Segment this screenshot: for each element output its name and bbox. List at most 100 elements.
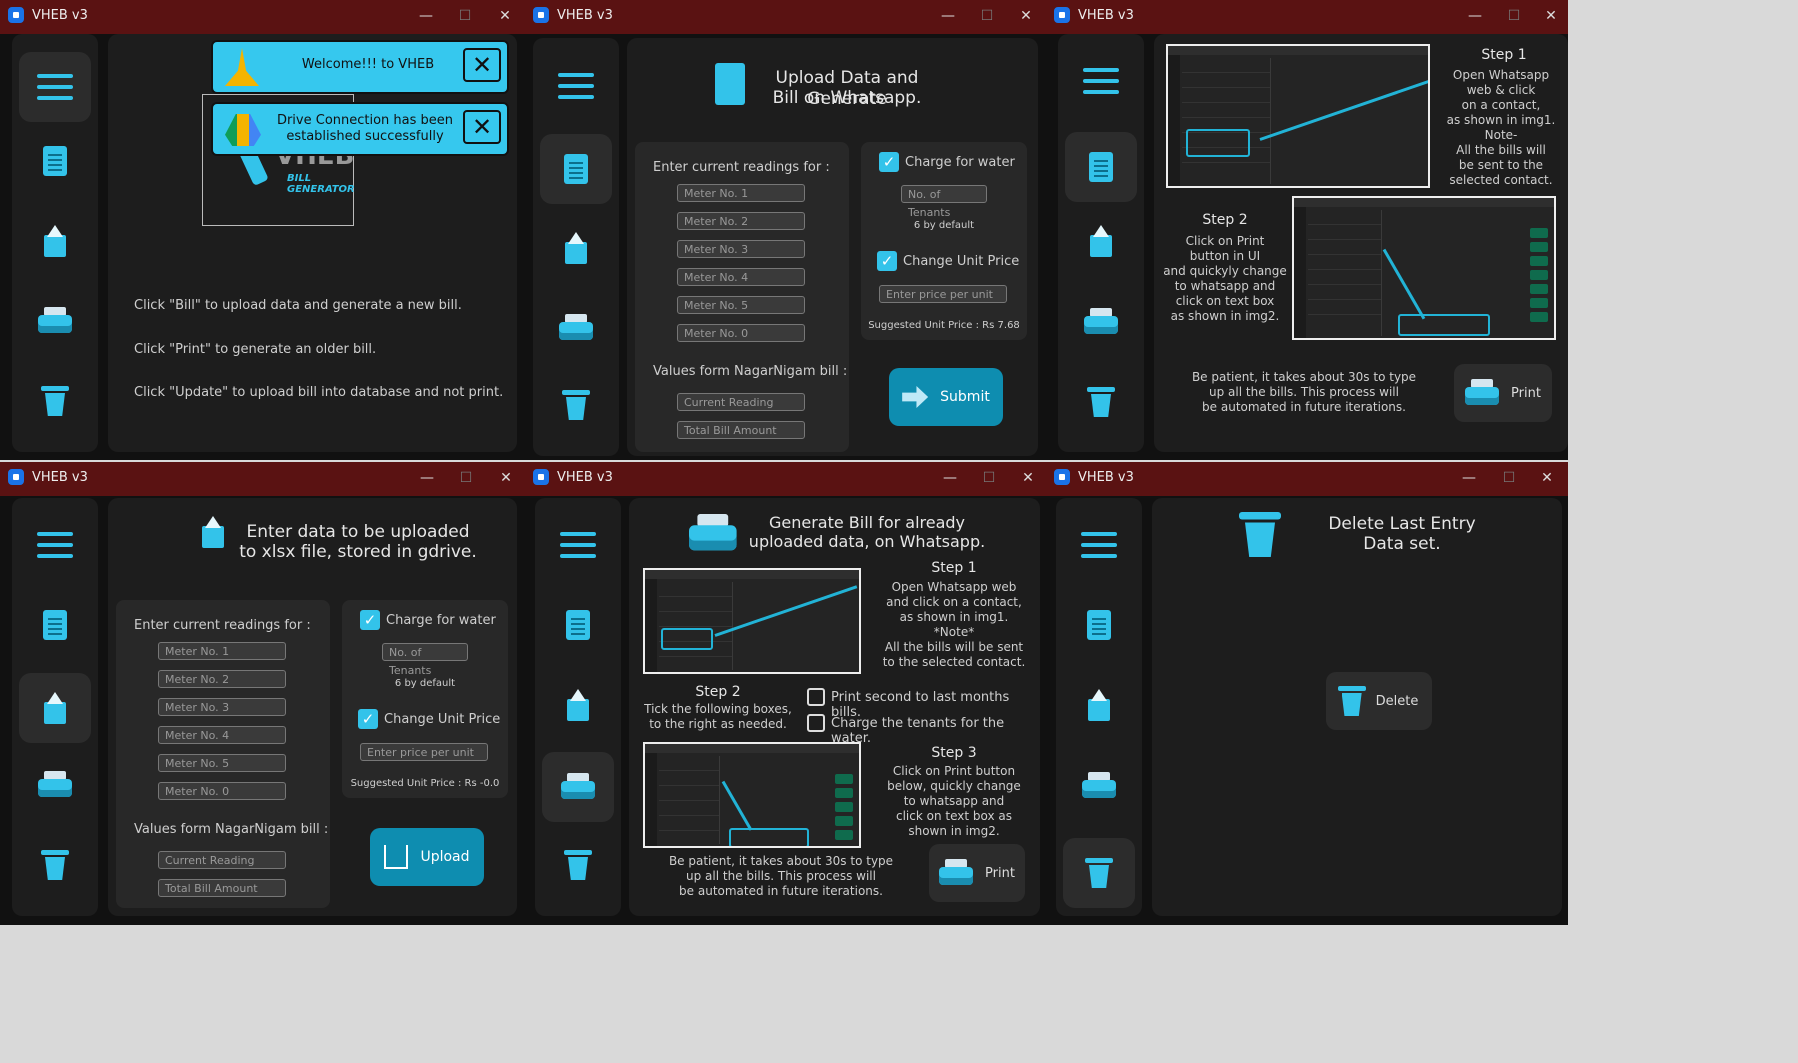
bill-button[interactable] [542,590,614,660]
print-button[interactable] [540,293,612,363]
tenants-input[interactable]: No. of Tenants [382,643,468,677]
print-button[interactable] [1063,751,1135,821]
maximize-button[interactable]: ☐ [454,5,476,27]
price-input[interactable]: Enter price per unit [360,743,488,761]
delete-button[interactable] [19,366,91,436]
meter-5-input[interactable]: Meter No. 5 [158,754,286,772]
close-toast-button[interactable]: ✕ [463,110,501,144]
nagarnigam-label: Values form NagarNigam bill : [134,822,329,837]
update-button[interactable] [19,673,91,743]
menu-button[interactable] [1063,510,1135,580]
maximize-button[interactable]: ☐ [1498,467,1520,489]
upload-button[interactable]: Upload [370,828,484,886]
bill-button[interactable] [1063,590,1135,660]
page-title-line2: to xlsx file, stored in gdrive. [239,542,477,562]
minimize-button[interactable]: — [1458,467,1480,489]
meter-5-input[interactable]: Meter No. 5 [677,296,805,314]
print-action-button[interactable]: Print [1454,364,1552,422]
tenants-input[interactable]: No. of Tenants [901,185,987,219]
close-button[interactable]: ✕ [1017,467,1039,489]
trash-header-icon [1239,512,1281,557]
delete-button[interactable] [1065,367,1137,437]
minimize-button[interactable]: — [937,5,959,27]
window-home: VHEB v3 — ☐ ✕ VHEB BILL GENERATOR Click … [0,0,525,460]
print-second-last-checkbox[interactable] [807,688,825,706]
bill-button[interactable] [1065,132,1137,202]
menu-button[interactable] [540,51,612,121]
meter-2-input[interactable]: Meter No. 2 [158,670,286,688]
delete-button[interactable] [542,830,614,900]
print-label: Print [985,865,1015,881]
sidebar [535,498,621,916]
trash-icon [41,850,69,880]
meter-0-input[interactable]: Meter No. 0 [677,324,805,342]
delete-button[interactable] [540,370,612,440]
change-price-checkbox[interactable]: ✓ [358,709,378,729]
menu-button[interactable] [19,52,91,122]
menu-button[interactable] [1065,46,1137,116]
meter-1-input[interactable]: Meter No. 1 [158,642,286,660]
bill-button[interactable] [19,590,91,660]
welcome-toast: Welcome!!! to VHEB ✕ [211,40,509,94]
menu-button[interactable] [19,510,91,580]
bill-button[interactable] [19,126,91,196]
close-button[interactable]: ✕ [494,5,516,27]
print-button[interactable] [1065,287,1137,357]
update-button[interactable] [540,213,612,283]
update-button[interactable] [19,206,91,276]
minimize-button[interactable]: — [416,467,438,489]
current-reading-input[interactable]: Current Reading [158,851,286,869]
print-button[interactable] [19,286,91,356]
submit-button[interactable]: Submit [889,368,1003,426]
maximize-button[interactable]: ☐ [455,467,477,489]
window-print-old: VHEB v3 — ☐ ✕ Generate Bill for already … [525,462,1046,925]
main-panel: Enter data to be uploaded to xlsx file, … [108,498,517,916]
minimize-button[interactable]: — [415,5,437,27]
close-toast-button[interactable]: ✕ [463,48,501,82]
drive-text-line1: Drive Connection has been [276,113,454,128]
maximize-button[interactable]: ☐ [1503,5,1525,27]
maximize-button[interactable]: ☐ [976,5,998,27]
change-price-checkbox[interactable]: ✓ [877,251,897,271]
printer-icon [1465,379,1500,407]
total-bill-input[interactable]: Total Bill Amount [158,879,286,897]
trash-icon [564,850,592,880]
close-button[interactable]: ✕ [1540,5,1562,27]
delete-button[interactable] [1063,838,1135,908]
meter-3-input[interactable]: Meter No. 3 [158,698,286,716]
submit-label: Submit [940,389,990,405]
meter-4-input[interactable]: Meter No. 4 [677,268,805,286]
print-action-button[interactable]: Print [929,844,1025,902]
meter-1-input[interactable]: Meter No. 1 [677,184,805,202]
delete-button[interactable] [19,830,91,900]
printer-icon [1084,308,1118,336]
update-button[interactable] [1065,206,1137,276]
total-bill-input[interactable]: Total Bill Amount [677,421,805,439]
update-button[interactable] [1063,670,1135,740]
current-reading-input[interactable]: Current Reading [677,393,805,411]
update-button[interactable] [542,670,614,740]
patience-line: up all the bills. This process will [686,869,876,883]
whatsapp-screenshot-img1 [1166,44,1430,188]
minimize-button[interactable]: — [939,467,961,489]
step1-line: web & click [1466,83,1536,97]
google-drive-icon [225,114,261,146]
charge-water-checkbox[interactable]: ✓ [360,610,380,630]
meter-2-input[interactable]: Meter No. 2 [677,212,805,230]
price-input[interactable]: Enter price per unit [879,285,1007,303]
meter-0-input[interactable]: Meter No. 0 [158,782,286,800]
print-button[interactable] [542,752,614,822]
meter-4-input[interactable]: Meter No. 4 [158,726,286,744]
close-button[interactable]: ✕ [1015,5,1037,27]
menu-button[interactable] [542,510,614,580]
delete-action-button[interactable]: Delete [1326,672,1432,730]
close-button[interactable]: ✕ [495,467,517,489]
close-button[interactable]: ✕ [1536,467,1558,489]
charge-water-checkbox[interactable] [807,714,825,732]
minimize-button[interactable]: — [1464,5,1486,27]
meter-3-input[interactable]: Meter No. 3 [677,240,805,258]
bill-button[interactable] [540,134,612,204]
print-button[interactable] [19,750,91,820]
charge-water-checkbox[interactable]: ✓ [879,152,899,172]
maximize-button[interactable]: ☐ [978,467,1000,489]
